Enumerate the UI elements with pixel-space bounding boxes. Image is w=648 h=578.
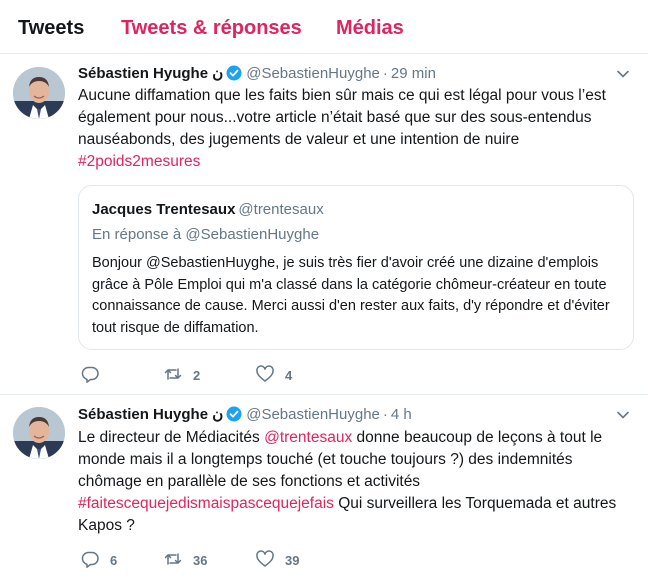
avatar[interactable] <box>13 67 65 119</box>
reply-count: 6 <box>110 552 118 568</box>
quoted-tweet[interactable]: Jacques Trentesaux @trentesaux En réponse… <box>78 185 634 350</box>
quoted-tweet-header: Jacques Trentesaux @trentesaux <box>92 200 324 220</box>
chevron-down-icon[interactable] <box>616 67 630 81</box>
author-name[interactable]: Sébastien Hyughe ن <box>78 65 223 82</box>
like-button[interactable]: 39 <box>255 549 299 571</box>
profile-tabs: Tweets Tweets & réponses Médias <box>0 0 648 54</box>
quoted-reply-context: En réponse à @SebastienHuyghe <box>92 226 320 243</box>
tweet-header: Sébastien Huyghe ن @SebastienHuyghe · 4 h <box>78 405 412 425</box>
tweet-timestamp[interactable]: 29 min <box>391 65 436 82</box>
retweet-button[interactable]: 2 <box>163 364 200 386</box>
separator-dot: · <box>382 406 388 423</box>
heart-icon <box>255 364 275 387</box>
hashtag-link[interactable]: #2poids2mesures <box>78 153 200 170</box>
separator-dot: · <box>382 65 388 82</box>
retweet-count: 36 <box>193 552 208 568</box>
avatar[interactable] <box>13 407 65 459</box>
tab-media[interactable]: Médias <box>336 16 404 40</box>
tweet-timestamp[interactable]: 4 h <box>391 406 412 423</box>
tweet-text-line: Aucune diffamation que les faits bien sû… <box>78 87 606 104</box>
mention-link[interactable]: @trentesaux <box>264 429 352 446</box>
reply-button[interactable] <box>80 364 110 386</box>
like-count: 39 <box>285 552 300 568</box>
reply-icon <box>80 364 100 387</box>
tweet-text-segment: Le directeur de Médiacités <box>78 429 265 446</box>
author-name[interactable]: Sébastien Huyghe ن <box>78 406 223 423</box>
quoted-tweet-text: Bonjour @SebastienHuyghe, je suis très f… <box>92 255 610 336</box>
retweet-button[interactable]: 36 <box>163 549 207 571</box>
tweet[interactable]: Sébastien Huyghe ن @SebastienHuyghe · 4 h L… <box>0 396 648 578</box>
like-count: 4 <box>285 367 293 383</box>
author-handle[interactable]: @SebastienHuyghe <box>246 65 380 82</box>
verified-badge-icon <box>226 65 242 81</box>
retweet-icon <box>163 549 183 572</box>
reply-button[interactable]: 6 <box>80 549 117 571</box>
tweet-text-line: également pour nous...votre article n’ét… <box>78 109 592 126</box>
tweet[interactable]: Sébastien Hyughe ن @SebastienHuyghe · 29 mi… <box>0 55 648 395</box>
tweet-header: Sébastien Hyughe ن @SebastienHuyghe · 29 mi… <box>78 64 436 84</box>
tweet-text: Le directeur de Médiacités @trentesaux d… <box>78 427 628 537</box>
reply-icon <box>80 549 100 572</box>
author-handle[interactable]: @SebastienHuyghe <box>246 406 380 423</box>
verified-badge-icon <box>226 406 242 422</box>
tweet-text: Aucune diffamation que les faits bien sû… <box>78 85 628 173</box>
quoted-author-handle: @trentesaux <box>238 201 324 218</box>
retweet-count: 2 <box>193 367 201 383</box>
hashtag-link[interactable]: #faitescequejedismaispascequejefais <box>78 495 334 512</box>
tweet-text-line: nauséabonds, des jugements de valeur et … <box>78 131 520 148</box>
quoted-author-name: Jacques Trentesaux <box>92 201 236 218</box>
retweet-icon <box>163 364 183 387</box>
heart-icon <box>255 549 275 572</box>
like-button[interactable]: 4 <box>255 364 292 386</box>
tab-tweets-and-replies[interactable]: Tweets & réponses <box>121 16 302 40</box>
chevron-down-icon[interactable] <box>616 408 630 422</box>
tab-tweets[interactable]: Tweets <box>18 16 84 40</box>
